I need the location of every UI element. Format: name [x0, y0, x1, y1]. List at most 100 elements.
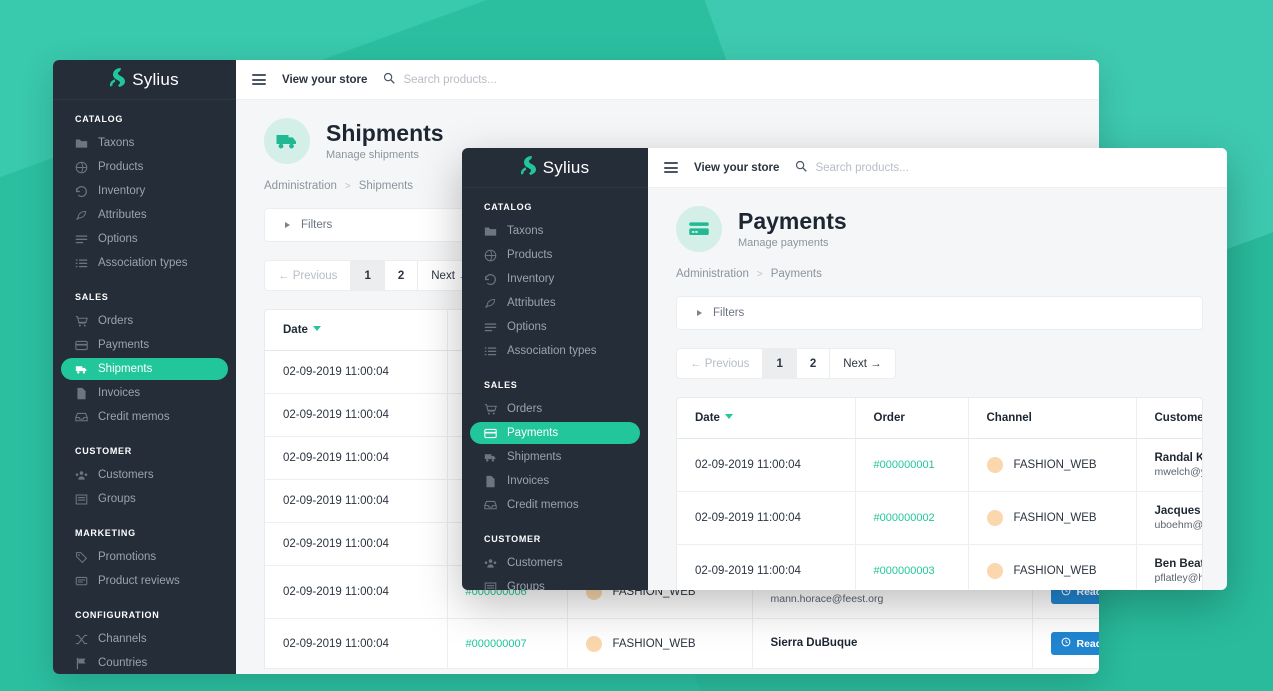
sidebar-item-groups[interactable]: Groups: [61, 488, 228, 510]
payments-topbar: View your store: [648, 148, 1227, 188]
column-header-order[interactable]: Order: [855, 398, 969, 439]
brand-header[interactable]: Sylius: [462, 148, 648, 188]
cell-order[interactable]: #000000007: [447, 618, 568, 669]
search-icon: [795, 159, 808, 177]
sidebar-item-credit-memos[interactable]: Credit memos: [470, 494, 640, 516]
order-link[interactable]: #000000007: [466, 638, 527, 650]
filters-label: Filters: [301, 219, 333, 231]
column-header-channel[interactable]: Channel: [968, 398, 1137, 439]
pagination-page-2[interactable]: 2: [797, 349, 831, 378]
cell-date: 02-09-2019 11:00:04: [677, 491, 856, 545]
sidebar-item-payments[interactable]: Payments: [61, 334, 228, 356]
sidebar-item-products[interactable]: Products: [470, 244, 640, 266]
pagination-page-1[interactable]: 1: [763, 349, 797, 378]
filters-panel[interactable]: Filters: [676, 296, 1203, 330]
breadcrumb-root[interactable]: Administration: [264, 180, 337, 192]
cell-order[interactable]: #000000001: [855, 438, 969, 492]
sidebar-item-label: Options: [507, 321, 547, 333]
sidebar-item-options[interactable]: Options: [470, 316, 640, 338]
shipments-topbar: View your store: [236, 60, 1099, 100]
hamburger-icon[interactable]: [664, 162, 678, 173]
sidebar-item-label: Products: [98, 161, 144, 173]
sidebar-item-attributes[interactable]: Attributes: [61, 204, 228, 226]
sidebar-item-association-types[interactable]: Association types: [61, 252, 228, 274]
breadcrumb-root[interactable]: Administration: [676, 268, 749, 280]
sidebar-item-taxons[interactable]: Taxons: [470, 220, 640, 242]
sidebar-item-label: Credit memos: [98, 411, 170, 423]
column-header-date[interactable]: Date: [677, 398, 856, 439]
sidebar-item-attributes[interactable]: Attributes: [470, 292, 640, 314]
sidebar-item-taxons[interactable]: Taxons: [61, 132, 228, 154]
page-subtitle: Manage shipments: [326, 149, 419, 162]
sidebar-item-label: Shipments: [507, 451, 562, 463]
customer-email: mann.horace@feest.org: [770, 593, 884, 605]
sidebar-item-invoices[interactable]: Invoices: [470, 470, 640, 492]
clock-icon: [1061, 637, 1071, 650]
brand-name: Sylius: [542, 157, 590, 177]
sidebar-item-options[interactable]: Options: [61, 228, 228, 250]
column-header-date[interactable]: Date: [265, 310, 448, 351]
sidebar-item-invoices[interactable]: Invoices: [61, 382, 228, 404]
pagination-previous[interactable]: ← Previous: [677, 349, 764, 378]
view-store-link[interactable]: View your store: [694, 162, 779, 174]
customer-name: Jacques Strosin: [1154, 505, 1203, 517]
search-icon: [383, 71, 396, 89]
sidebar-item-inventory[interactable]: Inventory: [470, 268, 640, 290]
search-box[interactable]: [383, 71, 634, 89]
brand-header[interactable]: Sylius: [53, 60, 236, 100]
search-input[interactable]: [815, 161, 1046, 174]
sidebar-item-inventory[interactable]: Inventory: [61, 180, 228, 202]
nav-group-marketing: MARKETING Promotions Product reviews: [53, 528, 236, 592]
shuffle-icon: [75, 633, 88, 646]
cell-order[interactable]: #000000002: [855, 491, 969, 545]
sidebar-item-countries[interactable]: Countries: [61, 652, 228, 674]
search-input[interactable]: [403, 73, 634, 86]
sidebar-item-groups[interactable]: Groups: [470, 576, 640, 590]
hamburger-icon[interactable]: [252, 74, 266, 85]
page-title: Shipments: [326, 119, 444, 146]
sidebar-item-credit-memos[interactable]: Credit memos: [61, 406, 228, 428]
table-row[interactable]: 02-09-2019 11:00:04 #000000002 FASHION_W…: [677, 491, 1203, 545]
search-box[interactable]: [795, 159, 1046, 177]
sidebar-item-label: Attributes: [507, 297, 556, 309]
order-link[interactable]: #000000002: [874, 512, 935, 524]
credit-card-icon: [676, 206, 722, 252]
sidebar-item-label: Association types: [507, 345, 597, 357]
sidebar-item-channels[interactable]: Channels: [61, 628, 228, 650]
table-row[interactable]: 02-09-2019 11:00:04 #000000007 FASHION_W…: [265, 618, 1099, 669]
table-row[interactable]: 02-09-2019 11:00:04 #000000003 FASHION_W…: [677, 544, 1202, 590]
sidebar-item-shipments[interactable]: Shipments: [470, 446, 640, 468]
column-header-customer[interactable]: Customer: [1136, 398, 1202, 439]
sidebar-item-orders[interactable]: Orders: [61, 310, 228, 332]
sidebar-item-customers[interactable]: Customers: [61, 464, 228, 486]
feather-icon: [75, 209, 88, 222]
order-link[interactable]: #000000003: [874, 565, 935, 577]
table-row[interactable]: 02-09-2019 11:00:04 #000000001 FASHION_W…: [677, 438, 1202, 492]
sidebar-item-products[interactable]: Products: [61, 156, 228, 178]
pagination-page-2[interactable]: 2: [385, 261, 419, 290]
sidebar-item-label: Taxons: [507, 225, 544, 237]
sidebar-item-label: Promotions: [98, 551, 157, 563]
breadcrumb-current: Payments: [770, 268, 822, 280]
cell-customer: Sierra DuBuque: [752, 618, 1033, 669]
nav-group-configuration: CONFIGURATION Channels Countries: [53, 610, 236, 674]
sidebar-item-product-reviews[interactable]: Product reviews: [61, 570, 228, 592]
sidebar-item-orders[interactable]: Orders: [470, 398, 640, 420]
sidebar-item-shipments[interactable]: Shipments: [61, 358, 228, 380]
sidebar-item-promotions[interactable]: Promotions: [61, 546, 228, 568]
pagination-page-1[interactable]: 1: [351, 261, 385, 290]
tag-icon: [75, 551, 88, 564]
cell-date: 02-09-2019 11:00:04: [677, 544, 856, 590]
nav-group-title-catalog: CATALOG: [75, 114, 124, 124]
sidebar-item-label: Invoices: [98, 387, 141, 399]
order-link[interactable]: #000000001: [874, 459, 935, 471]
sidebar-item-association-types[interactable]: Association types: [470, 340, 640, 362]
sidebar-item-customers[interactable]: Customers: [470, 552, 640, 574]
channel-name: FASHION_WEB: [1013, 512, 1097, 524]
sidebar-item-label: Customers: [98, 469, 154, 481]
sidebar-item-payments[interactable]: Payments: [470, 422, 640, 444]
pagination-previous[interactable]: ← Previous: [265, 261, 352, 290]
view-store-link[interactable]: View your store: [282, 74, 367, 86]
pagination-next[interactable]: Next →: [830, 349, 894, 378]
cell-order[interactable]: #000000003: [855, 544, 969, 590]
